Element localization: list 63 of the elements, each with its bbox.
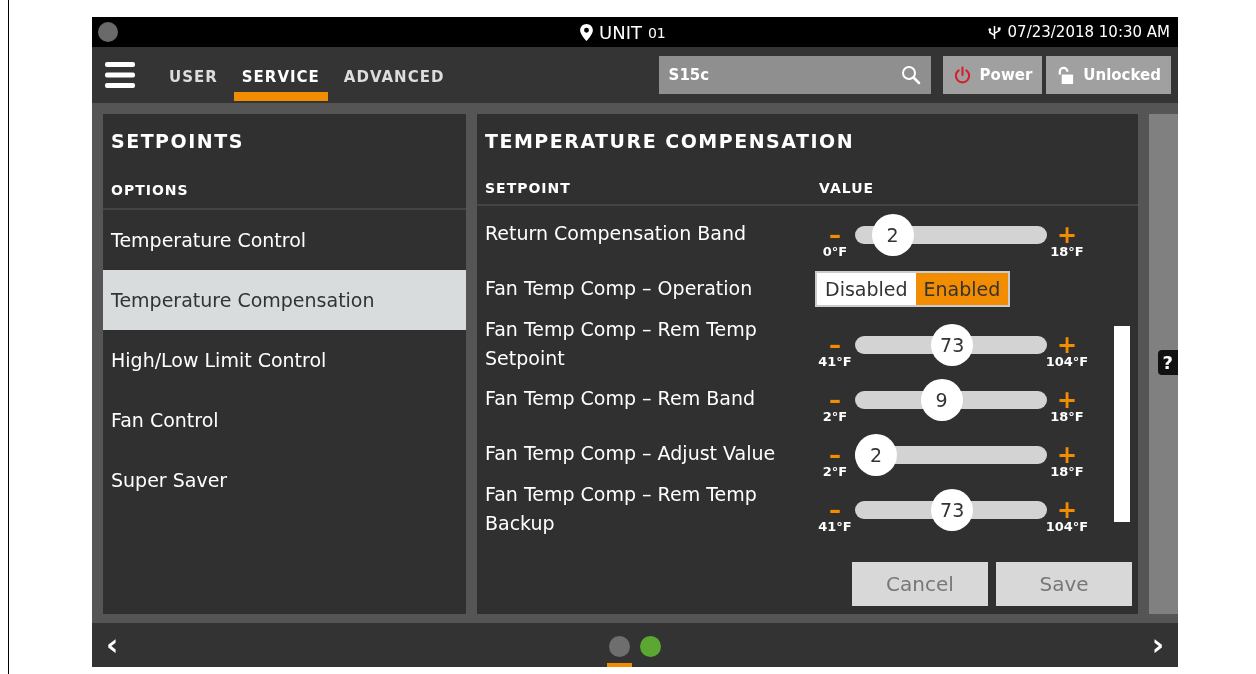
max-label: 18°F (1050, 409, 1084, 424)
nav-tab[interactable]: USER (161, 64, 226, 101)
decrease-button[interactable]: – (829, 225, 841, 245)
column-heading: OPTIONS (103, 162, 466, 210)
unit-number: 01 (647, 25, 666, 41)
power-icon (952, 65, 972, 85)
search-icon (900, 65, 921, 85)
location-pin-icon (580, 23, 593, 41)
help-button[interactable]: ? (1157, 350, 1178, 375)
date-time: 07/23/2018 10:30 AM (1007, 23, 1170, 41)
option-item[interactable]: High/Low Limit Control (103, 330, 466, 390)
setpoint-label: Fan Temp Comp – Adjust Value (485, 441, 777, 466)
slider-track[interactable]: 73 (855, 489, 1047, 531)
option-item[interactable]: Fan Control (103, 390, 466, 450)
column-heading: VALUE (819, 180, 875, 196)
option-item[interactable]: Super Saver (103, 450, 466, 510)
status-light-icon (98, 22, 118, 42)
usb-icon (986, 24, 1002, 40)
setpoint-label: Fan Temp Comp – Rem Temp Setpoint (485, 316, 758, 371)
slider-thumb[interactable]: 73 (931, 324, 974, 366)
slider-track[interactable]: 2 (855, 214, 1047, 256)
scrollbar-thumb[interactable] (1114, 326, 1130, 522)
max-label: 104°F (1045, 519, 1089, 534)
menu-icon[interactable] (105, 62, 135, 88)
option-item[interactable]: Temperature Control (103, 210, 466, 270)
panel-title: TEMPERATURE COMPENSATION (484, 129, 856, 154)
decrease-button[interactable]: – (829, 335, 841, 355)
slider-track[interactable]: 73 (855, 324, 1047, 366)
min-label: 2°F (822, 409, 848, 424)
option-item[interactable]: Temperature Compensation (103, 270, 466, 330)
slider-thumb[interactable]: 2 (871, 214, 914, 256)
increase-button[interactable]: + (1056, 390, 1078, 410)
slider-track[interactable]: 9 (855, 379, 1047, 421)
slider-track[interactable]: 2 (855, 434, 1047, 476)
setpoint-label: Fan Temp Comp – Rem Band (485, 386, 756, 411)
setpoint-label: Fan Temp Comp – Operation (485, 276, 754, 301)
max-label: 18°F (1050, 244, 1084, 259)
min-label: 41°F (818, 354, 852, 369)
decrease-button[interactable]: – (829, 390, 841, 410)
increase-button[interactable]: + (1056, 335, 1078, 355)
previous-button[interactable]: ‹ (92, 630, 133, 660)
panel-title: SETPOINTS (110, 129, 245, 154)
unlocked-padlock-icon (1056, 65, 1076, 85)
min-label: 0°F (822, 244, 848, 259)
max-label: 104°F (1045, 354, 1089, 369)
increase-button[interactable]: + (1056, 225, 1078, 245)
max-label: 18°F (1050, 464, 1084, 479)
nav-tab[interactable]: ADVANCED (335, 64, 453, 101)
setpoint-label: Return Compensation Band (485, 221, 748, 246)
unit-label: UNIT (599, 21, 642, 43)
slider-thumb[interactable]: 9 (920, 379, 963, 421)
next-button[interactable]: › (1137, 630, 1178, 660)
column-heading: SETPOINT (485, 180, 572, 196)
min-label: 41°F (818, 519, 852, 534)
decrease-button[interactable]: – (829, 500, 841, 520)
slider-thumb[interactable]: 2 (855, 434, 897, 476)
decrease-button[interactable]: – (829, 445, 841, 465)
increase-button[interactable]: + (1056, 500, 1078, 520)
setpoint-label: Fan Temp Comp – Rem Temp Backup (485, 481, 758, 536)
min-label: 2°F (822, 464, 848, 479)
slider-thumb[interactable]: 73 (931, 489, 974, 531)
increase-button[interactable]: + (1056, 445, 1078, 465)
toggle-option[interactable]: Enabled (915, 272, 1009, 305)
